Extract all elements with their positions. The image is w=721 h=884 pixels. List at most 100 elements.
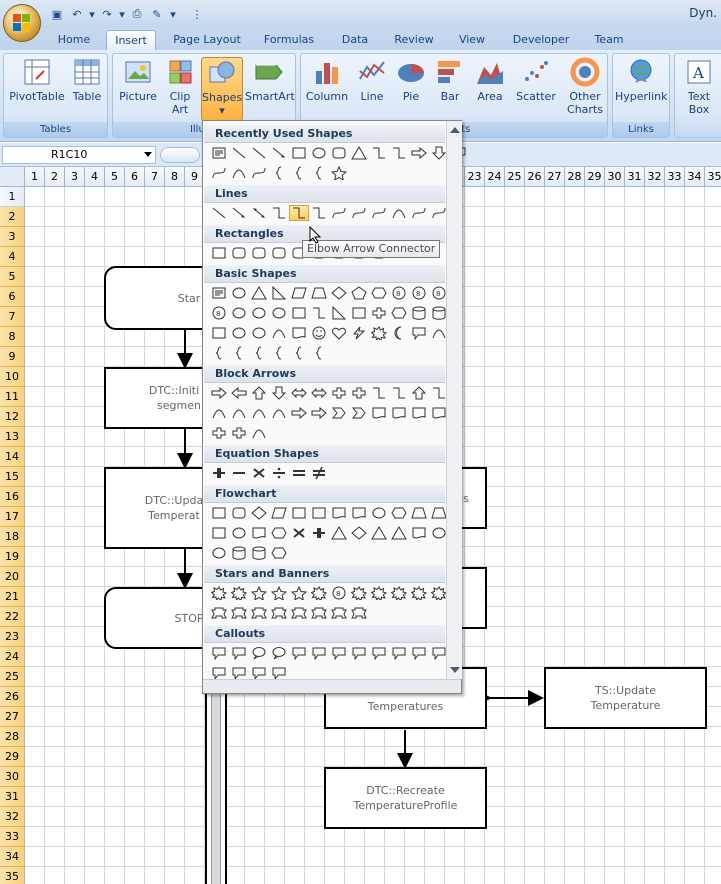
tab-data[interactable]: Data xyxy=(334,30,376,50)
shape-cyl-icon[interactable] xyxy=(249,545,269,561)
shape-banner-icon[interactable] xyxy=(309,605,329,621)
shape-para-icon[interactable] xyxy=(289,285,309,301)
shape-darrow-icon[interactable] xyxy=(249,205,269,221)
formula-splitter-handle[interactable] xyxy=(160,147,200,163)
shape-rtri-icon[interactable] xyxy=(269,285,289,301)
shape-bolt-icon[interactable] xyxy=(349,325,369,341)
area-chart-button[interactable]: Area xyxy=(471,57,509,103)
shape-burst-icon[interactable] xyxy=(369,325,389,341)
shape-uarrow-icon[interactable] xyxy=(249,385,269,401)
shape-star-icon[interactable] xyxy=(249,585,269,601)
print-icon[interactable]: ⎙ xyxy=(128,6,146,22)
format-painter-icon[interactable]: ✎ xyxy=(148,6,166,22)
shape-rect-icon[interactable] xyxy=(209,525,229,541)
shape-arc-icon[interactable] xyxy=(389,205,409,221)
shape-arc-icon[interactable] xyxy=(249,405,269,421)
tab-view[interactable]: View xyxy=(452,30,492,50)
shape-circnum-icon[interactable]: 8 xyxy=(329,585,349,601)
shape-para-icon[interactable] xyxy=(269,505,289,521)
shape-banner-icon[interactable] xyxy=(289,605,309,621)
shape-callout-icon[interactable] xyxy=(409,645,429,661)
shape-tri-icon[interactable] xyxy=(389,525,409,541)
shape-callout-icon[interactable] xyxy=(329,645,349,661)
shape-brace-icon[interactable] xyxy=(269,165,289,181)
shape-doc-icon[interactable] xyxy=(329,505,349,521)
shape-rrect-icon[interactable] xyxy=(329,145,349,161)
shape-brace-icon[interactable] xyxy=(309,345,329,361)
shape-curve-icon[interactable] xyxy=(329,205,349,221)
flow-update-process[interactable]: DTC::Upda Temperat xyxy=(104,467,214,549)
flow-init-process[interactable]: DTC::Initi segmen xyxy=(104,367,214,429)
shape-oval-icon[interactable] xyxy=(269,305,289,321)
shape-tri-icon[interactable] xyxy=(349,145,369,161)
shape-moon-icon[interactable] xyxy=(389,325,409,341)
shape-brace-icon[interactable] xyxy=(209,345,229,361)
shape-arrowln-icon[interactable] xyxy=(229,205,249,221)
shape-banner-icon[interactable] xyxy=(269,605,289,621)
shape-arc-icon[interactable] xyxy=(229,165,249,181)
shape-circnum-icon[interactable]: 8 xyxy=(209,305,229,321)
shape-burst-icon[interactable] xyxy=(349,585,369,601)
shape-arrowln-icon[interactable] xyxy=(269,145,289,161)
gallery-scrollbar[interactable] xyxy=(446,121,462,679)
shape-banner-icon[interactable] xyxy=(329,605,349,621)
shape-elbow-icon[interactable] xyxy=(269,205,289,221)
shape-elbow-icon[interactable] xyxy=(289,205,309,221)
shape-lrarrow-icon[interactable] xyxy=(289,385,309,401)
column-chart-button[interactable]: Column xyxy=(303,57,351,103)
shape-tri-icon[interactable] xyxy=(249,285,269,301)
gallery-resize-grip[interactable] xyxy=(203,679,461,693)
shape-rect-icon[interactable] xyxy=(209,325,229,341)
shape-callout-icon[interactable] xyxy=(369,645,389,661)
shape-brace-icon[interactable] xyxy=(289,345,309,361)
shape-div-icon[interactable] xyxy=(269,465,289,481)
shape-star-icon[interactable] xyxy=(289,585,309,601)
tab-review[interactable]: Review xyxy=(388,30,440,50)
shape-callout-icon[interactable] xyxy=(389,645,409,661)
shape-mult-icon[interactable] xyxy=(249,465,269,481)
shape-rarrow-icon[interactable] xyxy=(409,145,429,161)
shape-oval-icon[interactable] xyxy=(309,145,329,161)
shape-rect-icon[interactable] xyxy=(289,145,309,161)
shape-curve-icon[interactable] xyxy=(349,205,369,221)
scatter-chart-button[interactable]: Scatter xyxy=(511,57,561,103)
shape-callout-icon[interactable] xyxy=(349,645,369,661)
tab-page-layout[interactable]: Page Layout xyxy=(168,30,246,50)
shape-callout-icon[interactable] xyxy=(409,325,429,341)
tab-formulas[interactable]: Formulas xyxy=(258,30,320,50)
shape-banner-icon[interactable] xyxy=(229,605,249,621)
shape-callout-icon[interactable] xyxy=(209,645,229,661)
shape-oval-icon[interactable] xyxy=(229,285,249,301)
shape-neq-icon[interactable] xyxy=(309,465,329,481)
shape-eq-icon[interactable] xyxy=(289,465,309,481)
office-button[interactable] xyxy=(3,4,41,42)
shape-oval-icon[interactable] xyxy=(209,545,229,561)
shape-doc-icon[interactable] xyxy=(409,405,429,421)
vertical-scrollbar-shape[interactable] xyxy=(205,687,227,884)
shape-hex-icon[interactable] xyxy=(389,505,409,521)
shape-burst-icon[interactable] xyxy=(369,585,389,601)
shape-trap-icon[interactable] xyxy=(409,505,429,521)
shape-chevron-icon[interactable] xyxy=(329,405,349,421)
shape-brace-icon[interactable] xyxy=(229,345,249,361)
shapes-button[interactable]: Shapes ▾ xyxy=(201,57,243,121)
shape-hex-icon[interactable] xyxy=(389,305,409,321)
bar-chart-button[interactable]: Bar xyxy=(431,57,469,103)
shape-callout-icon[interactable] xyxy=(289,645,309,661)
shape-rect-icon[interactable] xyxy=(289,305,309,321)
shape-minus-icon[interactable] xyxy=(229,465,249,481)
shape-rarrow-icon[interactable] xyxy=(309,405,329,421)
shape-banner-icon[interactable] xyxy=(249,605,269,621)
flow-start-terminator[interactable]: Star xyxy=(104,266,214,330)
flow-stop-terminator[interactable]: STOP xyxy=(104,587,214,649)
shape-elbow-icon[interactable] xyxy=(389,385,409,401)
shape-arc-icon[interactable] xyxy=(209,405,229,421)
shape-diamond-icon[interactable] xyxy=(249,505,269,521)
shape-chevron-icon[interactable] xyxy=(349,405,369,421)
undo-dropdown-icon[interactable]: ▾ xyxy=(88,6,96,22)
qat-more-icon[interactable]: ⋮ xyxy=(188,6,206,22)
shape-curve-icon[interactable] xyxy=(369,205,389,221)
shape-brace-icon[interactable] xyxy=(269,345,289,361)
shape-larrow-icon[interactable] xyxy=(229,385,249,401)
shape-circnum-icon[interactable]: 8 xyxy=(389,285,409,301)
